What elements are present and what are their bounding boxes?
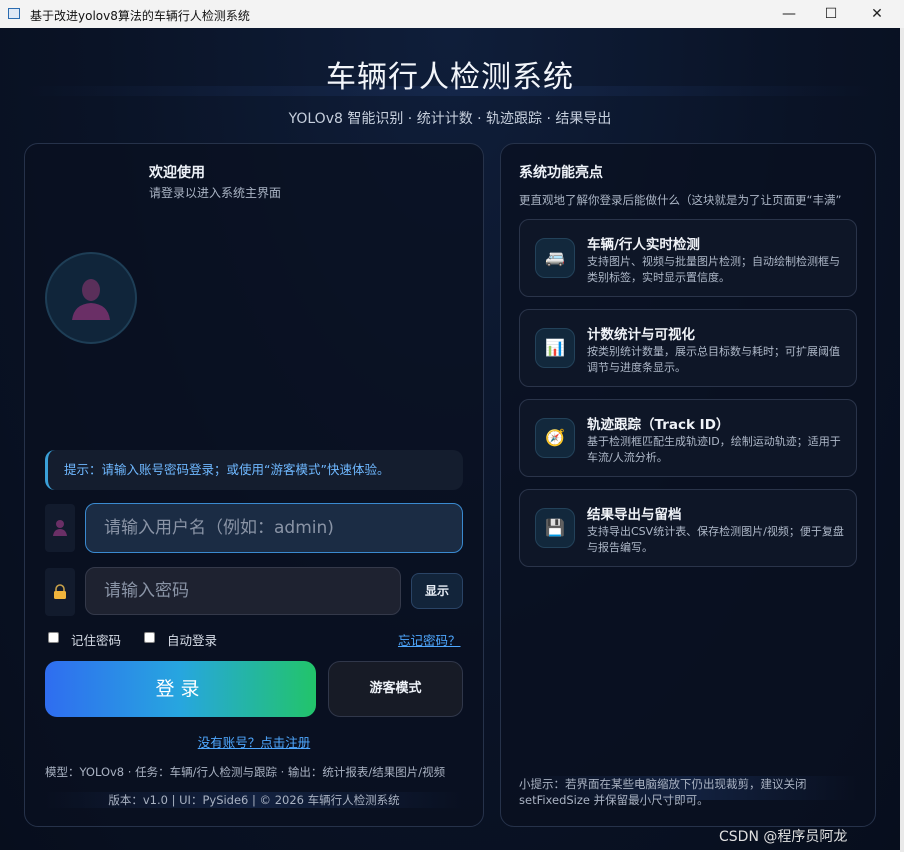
password-icon-box xyxy=(45,568,75,616)
welcome-title: 欢迎使用 xyxy=(149,165,205,181)
maximize-button[interactable]: ☐ xyxy=(808,0,854,28)
app-icon xyxy=(8,8,20,19)
compass-icon: 🧭 xyxy=(535,418,575,458)
features-title: 系统功能亮点 xyxy=(519,165,603,181)
version-info: 版本：v1.0 | UI：PySide6 | © 2026 车辆行人检测系统 xyxy=(108,793,400,807)
login-hint: 提示：请输入账号密码登录；或使用“游客模式”快速体验。 xyxy=(45,450,463,490)
model-info: 模型：YOLOv8 · 任务：车辆/行人检测与跟踪 · 输出：统计报表/结果图片… xyxy=(45,765,446,779)
floppy-disk-icon: 💾 xyxy=(535,508,575,548)
feature-card-desc: 支持图片、视频与批量图片检测；自动绘制检测框与类别标签，实时显示置信度。 xyxy=(587,255,840,284)
feature-card-tracking: 🧭 轨迹跟踪（Track ID） 基于检测框匹配生成轨迹ID，绘制运动轨迹；适用… xyxy=(519,399,857,477)
avatar xyxy=(45,252,137,344)
remember-password-checkbox[interactable] xyxy=(48,632,59,643)
remember-password-label: 记住密码 xyxy=(71,633,122,648)
window-edge xyxy=(900,28,904,852)
welcome-subtitle: 请登录以进入系统主界面 xyxy=(149,186,282,200)
features-subtitle: 更直观地了解你登录后能做什么（这块就是为了让页面更“丰满” xyxy=(519,193,842,207)
feature-card-title: 车辆/行人实时检测 xyxy=(587,237,700,253)
feature-card-statistics: 📊 计数统计与可视化 按类别统计数量，展示总目标数与耗时；可扩展阈值调节与进度条… xyxy=(519,309,857,387)
feature-card-desc: 基于检测框匹配生成轨迹ID，绘制运动轨迹；适用于车流/人流分析。 xyxy=(587,435,841,464)
app-client-area: 车辆行人检测系统 YOLOv8 智能识别 · 统计计数 · 轨迹跟踪 · 结果导… xyxy=(0,28,900,850)
feature-card-title: 计数统计与可视化 xyxy=(587,327,695,343)
vehicle-icon: 🚐 xyxy=(535,238,575,278)
feature-card-desc: 支持导出CSV统计表、保存检测图片/视频；便于复盘与报告编写。 xyxy=(587,525,844,554)
feature-card-title: 结果导出与留档 xyxy=(587,507,682,523)
login-button[interactable]: 登录 xyxy=(45,661,316,717)
auto-login-checkbox[interactable] xyxy=(144,632,155,643)
window-title: 基于改进yolov8算法的车辆行人检测系统 xyxy=(30,9,250,23)
page-title: 车辆行人检测系统 xyxy=(326,60,574,95)
layout-tip: 小提示：若界面在某些电脑缩放下仍出现裁剪，建议关闭 setFixedSize 并… xyxy=(519,777,807,807)
page-subtitle: YOLOv8 智能识别 · 统计计数 · 轨迹跟踪 · 结果导出 xyxy=(288,111,612,127)
lock-icon xyxy=(54,584,66,599)
register-link[interactable]: 没有账号？点击注册 xyxy=(0,732,508,751)
auto-login-label: 自动登录 xyxy=(167,633,218,648)
chart-icon: 📊 xyxy=(535,328,575,368)
minimize-button[interactable]: — xyxy=(766,0,812,28)
window-titlebar: 基于改进yolov8算法的车辆行人检测系统 — ☐ ✕ xyxy=(0,0,904,28)
feature-card-desc: 按类别统计数量，展示总目标数与耗时；可扩展阈值调节与进度条显示。 xyxy=(587,345,840,374)
username-icon-box xyxy=(45,504,75,552)
feature-card-export: 💾 结果导出与留档 支持导出CSV统计表、保存检测图片/视频；便于复盘与报告编写… xyxy=(519,489,857,567)
forgot-password-link[interactable]: 忘记密码？ xyxy=(398,630,461,649)
user-avatar-icon xyxy=(72,279,110,320)
show-password-button[interactable]: 显示 xyxy=(411,573,463,609)
feature-card-detection: 🚐 车辆/行人实时检测 支持图片、视频与批量图片检测；自动绘制检测框与类别标签，… xyxy=(519,219,857,297)
feature-card-title: 轨迹跟踪（Track ID） xyxy=(587,417,730,433)
guest-mode-button[interactable]: 游客模式 xyxy=(328,661,463,717)
csdn-watermark: CSDN @程序员阿龙 xyxy=(719,829,848,845)
username-input[interactable] xyxy=(85,503,463,553)
password-input[interactable] xyxy=(85,567,401,615)
user-icon xyxy=(53,520,67,536)
close-button[interactable]: ✕ xyxy=(854,0,900,28)
